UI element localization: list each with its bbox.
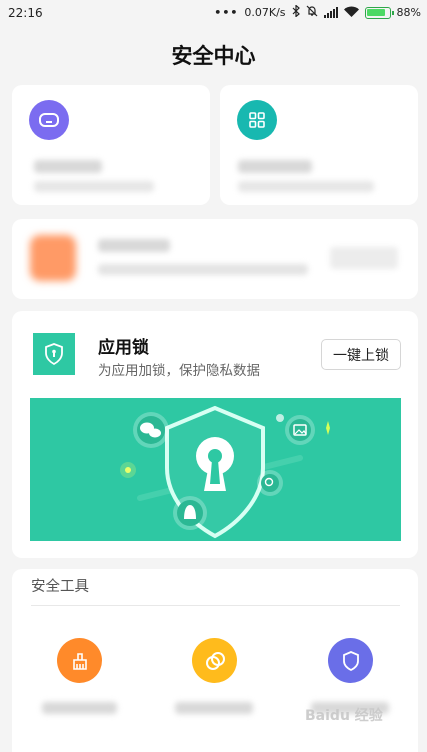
- tool-item-rings[interactable]: [167, 632, 262, 722]
- network-speed: 0.07K/s: [244, 6, 286, 19]
- feature-card-apps[interactable]: [220, 85, 418, 205]
- blurred-label: [175, 702, 253, 714]
- blurred-subtitle: [98, 264, 308, 275]
- lock-all-button[interactable]: 一键上锁: [321, 339, 401, 370]
- blurred-subtitle: [238, 181, 374, 192]
- wechat-icon: [133, 412, 169, 448]
- bluetooth-icon: [292, 4, 300, 20]
- blurred-subtitle: [34, 181, 154, 192]
- promo-card[interactable]: [12, 219, 418, 299]
- wifi-icon: [343, 6, 359, 20]
- status-bar: 22:16 ••• 0.07K/s 88%: [0, 0, 427, 26]
- blurred-title: [98, 239, 170, 252]
- feature-card-game[interactable]: [12, 85, 210, 205]
- rings-icon: [192, 638, 237, 683]
- status-time: 22:16: [8, 6, 43, 20]
- blurred-title: [238, 160, 312, 173]
- search-icon: [257, 470, 283, 496]
- shield-icon: [328, 638, 373, 683]
- divider: [31, 605, 400, 606]
- mute-icon: [306, 5, 318, 20]
- app-lock-description: 为应用加锁，保护隐私数据: [98, 363, 260, 379]
- blurred-title: [34, 160, 102, 173]
- image-icon: [285, 415, 315, 445]
- battery-icon: [364, 6, 394, 19]
- more-dots-icon: •••: [214, 6, 239, 19]
- blurred-button[interactable]: [330, 247, 398, 269]
- shield-lock-icon: [33, 333, 75, 375]
- security-tools-title: 安全工具: [31, 579, 89, 595]
- signal-icon: [323, 7, 338, 18]
- qq-icon: [173, 496, 207, 530]
- blurred-label: [42, 702, 117, 714]
- app-lock-title: 应用锁: [98, 338, 149, 358]
- apps-grid-icon: [237, 100, 277, 140]
- clean-icon: [57, 638, 102, 683]
- page-title: 安全中心: [171, 44, 256, 68]
- app-lock-banner[interactable]: [30, 398, 401, 541]
- watermark: Baidu 经验: [305, 708, 383, 724]
- battery-percent: 88%: [396, 6, 421, 19]
- gamepad-icon: [29, 100, 69, 140]
- tool-item-clean[interactable]: [32, 632, 127, 722]
- promo-icon: [30, 235, 76, 281]
